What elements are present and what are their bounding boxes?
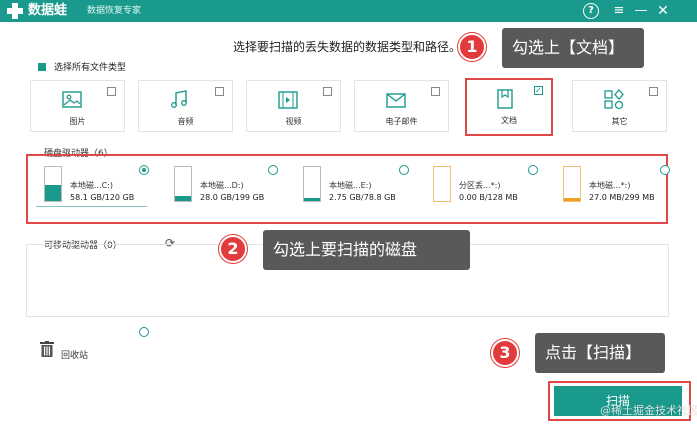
- video-icon: [278, 91, 298, 109]
- drive-radio-e[interactable]: [399, 165, 409, 175]
- image-icon: [62, 91, 82, 108]
- filetype-label: 电子邮件: [385, 117, 418, 126]
- trash-icon[interactable]: [40, 341, 54, 357]
- drive-name: 分区丢...*:): [459, 181, 501, 190]
- drive-size: 58.1 GB/120 GB: [70, 193, 135, 202]
- drive-icon: [563, 166, 581, 202]
- drive-icon: [44, 166, 62, 202]
- filetype-card-document[interactable]: ✓ 文档: [465, 78, 553, 136]
- drive-radio-d[interactable]: [268, 165, 278, 175]
- other-shapes-icon: [604, 89, 624, 110]
- filetype-label: 其它: [611, 117, 628, 126]
- select-all-types[interactable]: 选择所有文件类型: [38, 60, 126, 73]
- drive-icon: [174, 166, 192, 202]
- filetype-card-other[interactable]: 其它: [572, 80, 667, 132]
- drive-usage-fill: [304, 198, 320, 201]
- drive-radio-lost[interactable]: [528, 165, 538, 175]
- callout-step-1: 勾选上【文档】: [502, 28, 644, 68]
- select-all-label: 选择所有文件类型: [54, 63, 127, 73]
- select-all-checkbox[interactable]: [38, 62, 46, 71]
- drive-size: 0.00 B/128 MB: [459, 193, 518, 202]
- title-bar: 数据蛙 数据恢复专家 ? ≡ — ✕: [0, 0, 697, 22]
- drive-name: 本地磁...D:): [200, 181, 244, 190]
- drive-name: 本地磁...E:): [329, 181, 372, 190]
- drive-radio-other[interactable]: [660, 165, 670, 175]
- instruction-text: 选择要扫描的丢失数据的数据类型和路径。: [233, 40, 462, 54]
- filetype-card-audio[interactable]: 音频: [138, 80, 233, 132]
- app-logo-icon: [7, 3, 23, 19]
- filetype-checkbox[interactable]: [649, 87, 658, 96]
- document-icon: [497, 89, 513, 109]
- selected-drive-underline: [36, 206, 147, 207]
- filetype-checkbox[interactable]: [107, 87, 116, 96]
- filetype-label: 文档: [501, 116, 517, 125]
- question-circle-icon[interactable]: ?: [583, 3, 599, 19]
- recycle-bin-label: 回收站: [61, 351, 89, 361]
- drive-usage-fill: [564, 197, 580, 201]
- filetype-label: 图片: [69, 117, 86, 126]
- music-icon: [171, 90, 187, 108]
- drive-icon: [433, 166, 451, 202]
- recycle-radio[interactable]: [139, 327, 149, 337]
- filetype-checkbox-checked[interactable]: ✓: [534, 86, 543, 95]
- drive-size: 2.75 GB/78.8 GB: [329, 193, 396, 202]
- email-icon: [386, 93, 406, 108]
- app-name: 数据蛙: [28, 3, 68, 18]
- app-subtitle: 数据恢复专家: [87, 6, 142, 16]
- minimize-icon[interactable]: —: [633, 3, 649, 19]
- step-badge-3: 3: [491, 339, 519, 367]
- filetype-label: 视频: [285, 117, 302, 126]
- close-icon[interactable]: ✕: [655, 3, 671, 19]
- drive-size: 28.0 GB/199 GB: [200, 193, 265, 202]
- callout-step-3: 点击【扫描】: [535, 333, 665, 373]
- hamburger-menu-icon[interactable]: ≡: [611, 3, 627, 19]
- drive-size: 27.0 MB/299 MB: [589, 193, 655, 202]
- drive-name: 本地磁...*:): [589, 181, 631, 190]
- filetype-checkbox[interactable]: [323, 87, 332, 96]
- filetype-checkbox[interactable]: [215, 87, 224, 96]
- drive-name: 本地磁...C:): [70, 181, 114, 190]
- filetype-card-video[interactable]: 视频: [246, 80, 341, 132]
- filetype-label: 音频: [177, 117, 194, 126]
- callout-step-2: 勾选上要扫描的磁盘: [263, 230, 470, 270]
- watermark: @稀土掘金技术社区: [600, 404, 697, 417]
- drive-radio-c[interactable]: [139, 165, 149, 175]
- drive-usage-fill: [45, 184, 61, 201]
- drive-usage-fill: [175, 196, 191, 201]
- drive-icon: [303, 166, 321, 202]
- filetype-card-image[interactable]: 图片: [30, 80, 125, 132]
- filetype-card-email[interactable]: 电子邮件: [354, 80, 449, 132]
- step-badge-1: 1: [458, 33, 486, 61]
- step-badge-2: 2: [219, 235, 247, 263]
- filetype-checkbox[interactable]: [431, 87, 440, 96]
